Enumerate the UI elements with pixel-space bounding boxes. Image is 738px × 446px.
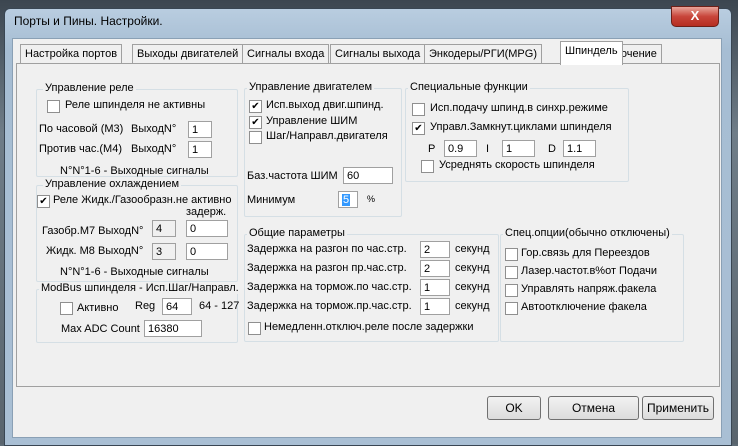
note: N°N°1-6 - Выходные сигналы bbox=[60, 266, 209, 278]
label: секунд bbox=[455, 262, 490, 274]
label: Управл.Замкнут.циклами шпинделя bbox=[430, 121, 612, 133]
label: P bbox=[428, 143, 436, 155]
average-speed-checkbox[interactable] bbox=[421, 160, 434, 173]
delay-input[interactable]: 1 bbox=[420, 298, 450, 315]
label: Лазер.частот.в%от Подачи bbox=[521, 265, 657, 277]
group-title: Управление двигателем bbox=[247, 81, 375, 93]
modbus-reg-input[interactable]: 64 bbox=[162, 298, 192, 315]
tab-1[interactable]: Выходы двигателей bbox=[132, 44, 244, 64]
label: Шаг/Направл.двигателя bbox=[266, 130, 388, 142]
label: I bbox=[486, 143, 490, 155]
label: Активно bbox=[77, 302, 119, 314]
immediate-relay-off-checkbox[interactable] bbox=[248, 322, 261, 335]
label: Жидк. M8 ВыходN° bbox=[46, 245, 144, 257]
pwm-base-freq-input[interactable]: 60 bbox=[343, 167, 393, 184]
tab-5[interactable]: Шпиндель bbox=[560, 41, 623, 65]
label: Управление ШИМ bbox=[266, 115, 358, 127]
label: Баз.частота ШИМ bbox=[247, 170, 338, 182]
label: Немедленн.отключ.реле после задержки bbox=[264, 321, 474, 333]
group-title: Управление реле bbox=[43, 82, 136, 94]
label: задерж. bbox=[186, 206, 227, 218]
label: Минимум bbox=[247, 194, 296, 206]
ccw-output-input[interactable]: 1 bbox=[188, 141, 212, 158]
label: Реле Жидк./Газообразн.не активно bbox=[53, 194, 232, 206]
label: Управлять напряж.факела bbox=[521, 283, 657, 295]
mist-delay-input[interactable]: 0 bbox=[186, 220, 228, 237]
delay-input[interactable]: 2 bbox=[420, 241, 450, 258]
label: Исп.выход двиг.шпинд. bbox=[266, 99, 384, 111]
tab-4[interactable]: Энкодеры/РГИ(MPG) bbox=[424, 44, 542, 64]
apply-button[interactable]: Применить bbox=[642, 396, 714, 420]
step-dir-motor-checkbox[interactable] bbox=[249, 131, 262, 144]
option-checkbox[interactable] bbox=[505, 302, 518, 315]
label: секунд bbox=[455, 300, 490, 312]
mist-output-input[interactable]: 4 bbox=[152, 220, 176, 237]
tab-3[interactable]: Сигналы выхода bbox=[330, 44, 426, 64]
label: Задержка на разгон по час.стр. bbox=[247, 243, 407, 255]
label: Задержка на тормож.пр.час.стр. bbox=[247, 300, 412, 312]
selected-text: 5 bbox=[342, 194, 351, 206]
label: % bbox=[367, 194, 376, 204]
option-checkbox[interactable] bbox=[505, 284, 518, 297]
delay-input[interactable]: 2 bbox=[420, 260, 450, 277]
label: Исп.подачу шпинд.в синхр.режиме bbox=[430, 102, 608, 114]
label: Задержка на разгон пр.час.стр. bbox=[247, 262, 407, 274]
spindle-feed-sync-checkbox[interactable] bbox=[412, 103, 425, 116]
flood-delay-input[interactable]: 0 bbox=[186, 243, 228, 260]
group-title: Общие параметры bbox=[247, 227, 347, 239]
modbus-active-checkbox[interactable] bbox=[60, 302, 73, 315]
relay-inactive-checkbox[interactable] bbox=[47, 100, 60, 113]
window-title: Порты и Пины. Настройки. bbox=[14, 14, 163, 28]
label: Max ADC Count bbox=[61, 323, 140, 335]
group-title: Управление охлаждением bbox=[43, 178, 182, 190]
d-input[interactable]: 1.1 bbox=[563, 140, 596, 157]
use-spindle-motor-checkbox[interactable]: ✔ bbox=[249, 100, 262, 113]
pwm-minimum-input[interactable]: 5 bbox=[338, 191, 358, 208]
label: Гор.связь для Переездов bbox=[521, 247, 650, 259]
label: Газобр.M7 ВыходN° bbox=[42, 225, 144, 237]
label: 64 - 127 bbox=[199, 300, 240, 312]
tab-0[interactable]: Настройка портов bbox=[20, 44, 123, 64]
p-input[interactable]: 0.9 bbox=[444, 140, 477, 157]
label: Задержка на тормож.по час.стр. bbox=[247, 281, 412, 293]
label: секунд bbox=[455, 281, 490, 293]
group-title: ModBus шпинделя - Исп.Шаг/Направл. bbox=[39, 282, 241, 294]
max-adc-input[interactable]: 16380 bbox=[144, 320, 202, 337]
delay-input[interactable]: 1 bbox=[420, 279, 450, 296]
flood-output-input[interactable]: 3 bbox=[152, 243, 176, 260]
coolant-inactive-checkbox[interactable]: ✔ bbox=[37, 195, 50, 208]
close-button[interactable]: X bbox=[671, 6, 719, 27]
label: По часовой (M3) bbox=[39, 123, 124, 135]
label: секунд bbox=[455, 243, 490, 255]
i-input[interactable]: 1 bbox=[502, 140, 535, 157]
label: Усреднять скорость шпинделя bbox=[439, 159, 595, 171]
label: Против час.(M4) bbox=[39, 143, 122, 155]
label: Автоотключение факела bbox=[521, 301, 647, 313]
closed-loop-checkbox[interactable]: ✔ bbox=[412, 122, 425, 135]
group-title: Специальные функции bbox=[408, 81, 530, 93]
pwm-control-checkbox[interactable]: ✔ bbox=[249, 116, 262, 129]
option-checkbox[interactable] bbox=[505, 248, 518, 261]
ok-button[interactable]: OK bbox=[487, 396, 541, 420]
option-checkbox[interactable] bbox=[505, 266, 518, 279]
label: D bbox=[548, 143, 556, 155]
cancel-button[interactable]: Отмена bbox=[548, 396, 639, 420]
label: Reg bbox=[135, 300, 156, 312]
group-title: Спец.опции(обычно отключены) bbox=[503, 227, 672, 239]
label: ВыходN° bbox=[131, 123, 177, 135]
label: ВыходN° bbox=[131, 143, 177, 155]
tab-2[interactable]: Сигналы входа bbox=[242, 44, 330, 64]
label: Реле шпинделя не активны bbox=[65, 99, 206, 111]
cw-output-input[interactable]: 1 bbox=[188, 121, 212, 138]
note: N°N°1-6 - Выходные сигналы bbox=[60, 165, 209, 177]
